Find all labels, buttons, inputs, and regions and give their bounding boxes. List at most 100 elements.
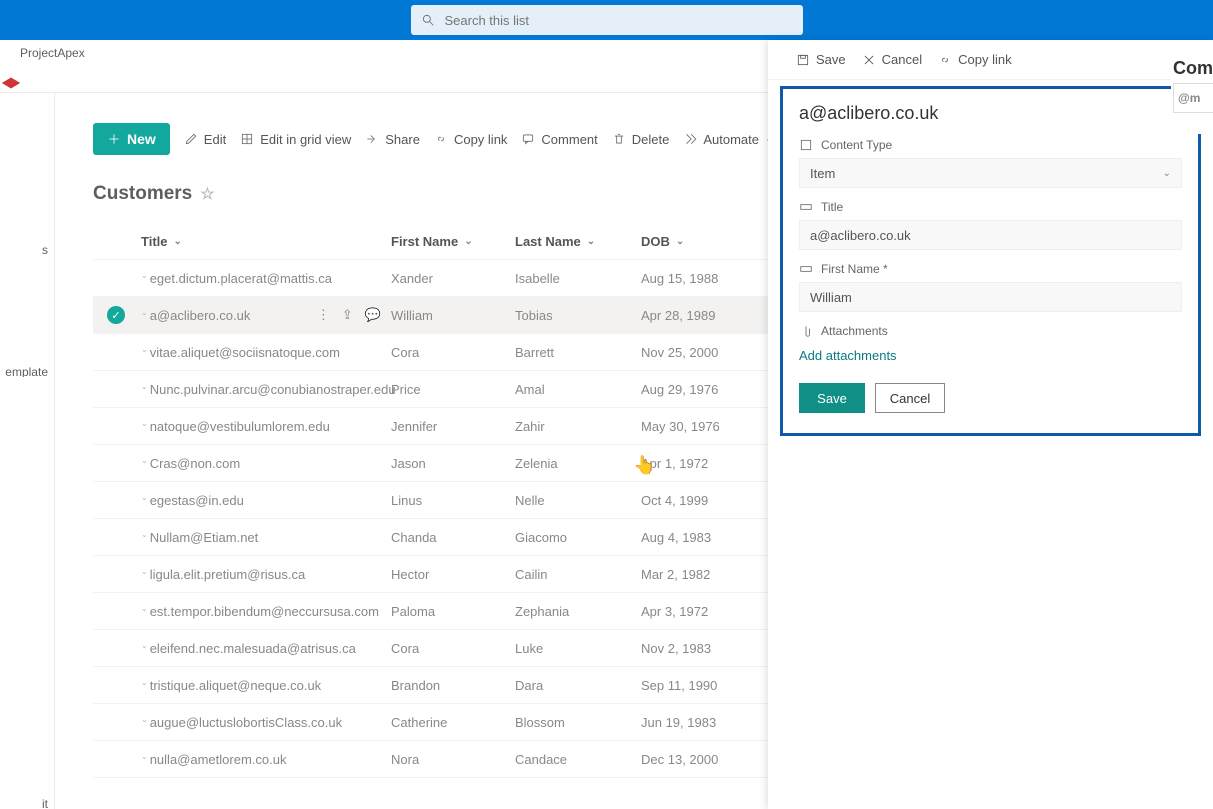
cell-first-name: Hector xyxy=(391,567,515,582)
cell-dob: Aug 29, 1976 xyxy=(641,382,761,397)
cell-last-name: Nelle xyxy=(515,493,641,508)
text-field-icon xyxy=(799,262,813,276)
cell-first-name: Xander xyxy=(391,271,515,286)
cell-dob: Aug 15, 1988 xyxy=(641,271,761,286)
search-input[interactable] xyxy=(445,13,793,28)
edit-form: a@aclibero.co.uk Content Type Item ⌄ Tit… xyxy=(780,86,1201,436)
item-indicator-icon: ⌄ xyxy=(141,345,148,354)
cell-title: egestas@in.edu xyxy=(150,493,244,508)
header-last-name[interactable]: Last Name⌄ xyxy=(515,234,641,249)
search-icon xyxy=(421,13,435,27)
share-button[interactable]: Share xyxy=(365,132,420,147)
grid-icon xyxy=(240,132,254,146)
form-save-button[interactable]: Save xyxy=(799,383,865,413)
cell-last-name: Candace xyxy=(515,752,641,767)
cell-dob: Jun 19, 1983 xyxy=(641,715,761,730)
item-indicator-icon: ⌄ xyxy=(141,456,148,465)
cell-first-name: Price xyxy=(391,382,515,397)
cell-dob: Sep 11, 1990 xyxy=(641,678,761,693)
item-indicator-icon: ⌄ xyxy=(141,641,148,650)
cell-first-name: Nora xyxy=(391,752,515,767)
star-icon[interactable]: ☆ xyxy=(200,184,214,204)
panel-save-button[interactable]: Save xyxy=(796,52,846,67)
comment-button[interactable]: Comment xyxy=(521,132,597,147)
cell-last-name: Zelenia xyxy=(515,456,641,471)
cell-dob: Nov 25, 2000 xyxy=(641,345,761,360)
edit-grid-button[interactable]: Edit in grid view xyxy=(240,132,351,147)
cell-first-name: Jennifer xyxy=(391,419,515,434)
attachments-label: Attachments xyxy=(799,324,1182,338)
item-indicator-icon: ⌄ xyxy=(141,715,148,724)
site-logo-icon xyxy=(0,72,22,94)
new-label: New xyxy=(127,131,156,147)
cell-dob: Dec 13, 2000 xyxy=(641,752,761,767)
cell-first-name: Catherine xyxy=(391,715,515,730)
cell-first-name: William xyxy=(391,308,515,323)
item-indicator-icon: ⌄ xyxy=(141,752,148,761)
cell-last-name: Giacomo xyxy=(515,530,641,545)
edit-button[interactable]: Edit xyxy=(184,132,226,147)
flow-icon xyxy=(683,132,697,146)
item-indicator-icon: ⌄ xyxy=(141,604,148,613)
delete-button[interactable]: Delete xyxy=(612,132,670,147)
form-cancel-button[interactable]: Cancel xyxy=(875,383,945,413)
cell-title: eget.dictum.placerat@mattis.ca xyxy=(150,271,332,286)
cell-first-name: Paloma xyxy=(391,604,515,619)
nav-item[interactable]: it xyxy=(0,797,54,809)
cell-last-name: Cailin xyxy=(515,567,641,582)
attachment-icon xyxy=(799,324,813,338)
chevron-down-icon: ⌄ xyxy=(1163,168,1171,179)
cell-first-name: Chanda xyxy=(391,530,515,545)
cell-dob: Mar 2, 1982 xyxy=(641,567,761,582)
content-type-icon xyxy=(799,138,813,152)
panel-copy-link-button[interactable]: Copy link xyxy=(938,52,1011,67)
site-name: ProjectApex xyxy=(20,46,85,60)
header-first-name[interactable]: First Name⌄ xyxy=(391,234,515,249)
cell-title: eleifend.nec.malesuada@atrisus.ca xyxy=(150,641,356,656)
first-name-input[interactable]: William xyxy=(799,282,1182,312)
cell-dob: Oct 4, 1999 xyxy=(641,493,761,508)
item-indicator-icon: ⌄ xyxy=(141,493,148,502)
comments-panel: Com @m xyxy=(1171,54,1213,134)
left-nav: s emplate it xyxy=(0,93,55,809)
cell-title: natoque@vestibulumlorem.edu xyxy=(150,419,330,434)
panel-cancel-button[interactable]: Cancel xyxy=(862,52,922,67)
item-indicator-icon: ⌄ xyxy=(141,678,148,687)
header-dob[interactable]: DOB⌄ xyxy=(641,234,761,249)
cell-title: est.tempor.bibendum@neccursusa.com xyxy=(150,604,379,619)
nav-item[interactable]: emplate xyxy=(0,365,54,377)
title-input[interactable]: a@aclibero.co.uk xyxy=(799,220,1182,250)
nav-item[interactable]: s xyxy=(0,243,54,255)
new-button[interactable]: New xyxy=(93,123,170,155)
row-menu-icon[interactable]: ⋮ xyxy=(317,307,330,323)
comments-input[interactable]: @m xyxy=(1173,83,1213,113)
cell-first-name: Brandon xyxy=(391,678,515,693)
cell-last-name: Amal xyxy=(515,382,641,397)
item-indicator-icon: ⌄ xyxy=(141,382,148,391)
cell-title: Cras@non.com xyxy=(150,456,241,471)
suite-header xyxy=(0,0,1213,40)
chevron-down-icon: ⌄ xyxy=(464,236,472,247)
item-indicator-icon: ⌄ xyxy=(141,567,148,576)
add-attachments-link[interactable]: Add attachments xyxy=(799,348,897,363)
plus-icon xyxy=(107,132,121,146)
cell-first-name: Linus xyxy=(391,493,515,508)
row-share-icon[interactable]: ⇪ xyxy=(342,307,353,323)
row-selected-check-icon[interactable]: ✓ xyxy=(107,306,125,324)
content-type-label: Content Type xyxy=(799,138,1182,152)
item-indicator-icon: ⌄ xyxy=(141,271,148,280)
cell-dob: Apr 28, 1989 xyxy=(641,308,761,323)
copy-link-button[interactable]: Copy link xyxy=(434,132,507,147)
row-comment-icon[interactable]: 💬 xyxy=(365,307,381,323)
automate-button[interactable]: Automate ⌄ xyxy=(683,132,773,147)
content-type-select[interactable]: Item ⌄ xyxy=(799,158,1182,188)
comments-heading: Com xyxy=(1173,58,1213,79)
cell-last-name: Zephania xyxy=(515,604,641,619)
cell-dob: Apr 1, 1972 xyxy=(641,456,761,471)
chevron-down-icon: ⌄ xyxy=(174,236,182,247)
search-box[interactable] xyxy=(411,5,803,35)
first-name-label: First Name * xyxy=(799,262,1182,276)
header-title[interactable]: Title⌄ xyxy=(139,234,391,249)
share-icon xyxy=(365,132,379,146)
cell-title: tristique.aliquet@neque.co.uk xyxy=(150,678,321,693)
